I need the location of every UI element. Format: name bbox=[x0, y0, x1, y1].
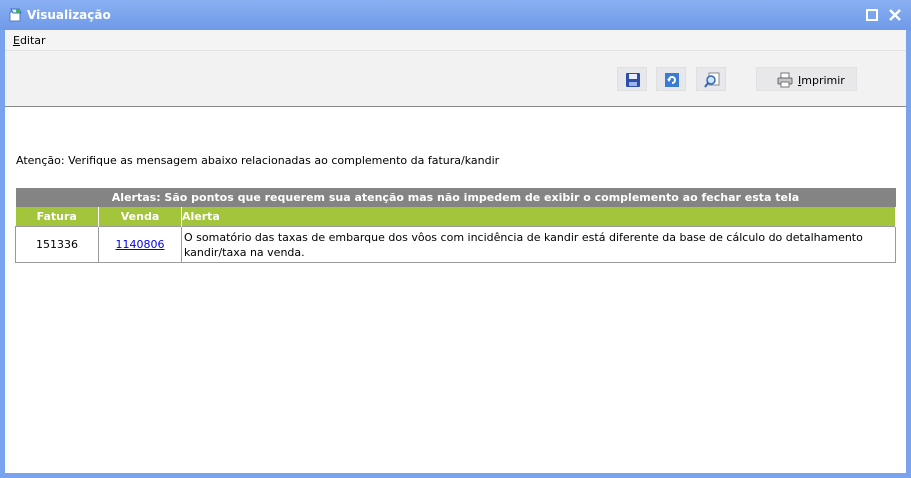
column-header-fatura: Fatura bbox=[15, 207, 99, 227]
report-content: Atenção: Verifique as mensagem abaixo re… bbox=[5, 107, 906, 473]
alerts-title-row: Alertas: São pontos que requerem sua ate… bbox=[15, 188, 896, 207]
cell-venda: 1140806 bbox=[98, 226, 182, 263]
close-icon[interactable] bbox=[888, 8, 902, 22]
alerts-table-title: Alertas: São pontos que requerem sua ate… bbox=[15, 188, 896, 207]
menu-editar[interactable]: Editar bbox=[13, 34, 46, 47]
alerts-table: Alertas: São pontos que requerem sua ate… bbox=[15, 188, 896, 263]
table-row: 151336 1140806 O somatório das taxas de … bbox=[15, 226, 896, 263]
cell-alerta: O somatório das taxas de embarque dos vô… bbox=[181, 226, 896, 263]
magnifier-icon bbox=[704, 72, 720, 88]
window-client: Editar Imprimir Atenção: Verifique as me… bbox=[5, 30, 906, 473]
venda-link[interactable]: 1140806 bbox=[116, 238, 165, 251]
save-button[interactable] bbox=[617, 67, 647, 91]
menu-editar-accelerator: E bbox=[13, 34, 20, 47]
print-button[interactable]: Imprimir bbox=[756, 67, 857, 91]
window-title: Visualização bbox=[27, 8, 111, 22]
column-header-venda: Venda bbox=[98, 207, 182, 227]
notice-text: Atenção: Verifique as mensagem abaixo re… bbox=[16, 154, 500, 167]
title-bar[interactable]: Visualização bbox=[0, 0, 911, 30]
print-label-rest: mprimir bbox=[801, 74, 845, 87]
printer-icon bbox=[777, 72, 793, 88]
menu-editar-label: ditar bbox=[19, 34, 46, 47]
refresh-icon bbox=[665, 73, 679, 87]
refresh-button[interactable] bbox=[656, 67, 686, 91]
zoom-button[interactable] bbox=[696, 67, 726, 91]
column-header-alerta: Alerta bbox=[181, 207, 896, 227]
save-icon bbox=[626, 73, 640, 87]
cell-fatura: 151336 bbox=[15, 226, 99, 263]
menu-bar: Editar bbox=[5, 30, 906, 51]
print-label: Imprimir bbox=[798, 74, 845, 87]
preview-window: Visualização Editar Imprimir Atenção: Ve… bbox=[0, 0, 911, 478]
maximize-icon[interactable] bbox=[865, 8, 879, 22]
toolbar: Imprimir bbox=[5, 51, 906, 107]
app-icon bbox=[9, 8, 22, 22]
alerts-header-row: Fatura Venda Alerta bbox=[15, 207, 896, 227]
